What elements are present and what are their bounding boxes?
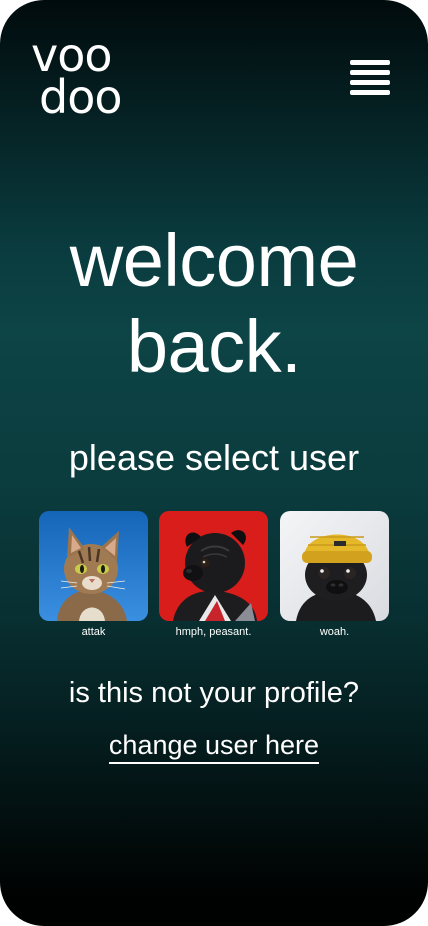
voodoo-logo[interactable]: voo doo bbox=[31, 32, 122, 124]
logo-line-2: doo bbox=[39, 70, 122, 124]
select-user-prompt: please select user bbox=[68, 437, 360, 478]
pug-yellow-beanie-avatar[interactable] bbox=[280, 511, 389, 621]
login-screen: voo doo welcome back. please select user bbox=[0, 0, 428, 926]
user-list: attak hmph, peasant. woah. bbox=[39, 511, 391, 641]
welcome-heading: welcome back. bbox=[0, 218, 428, 390]
tabby-cat-avatar[interactable] bbox=[39, 511, 148, 621]
user-name: hmph, peasant. bbox=[175, 626, 252, 638]
user-name: woah. bbox=[319, 626, 350, 638]
user-card-attak[interactable]: attak bbox=[39, 511, 148, 639]
welcome-heading-line-2: back. bbox=[126, 305, 302, 388]
welcome-heading-line-1: welcome bbox=[69, 219, 359, 302]
menu-bar bbox=[350, 80, 390, 85]
pug-red-background-avatar[interactable] bbox=[159, 511, 268, 621]
not-your-profile-text: is this not your profile? bbox=[68, 677, 360, 709]
user-card-hmph-peasant[interactable]: hmph, peasant. bbox=[159, 511, 268, 639]
change-user-link[interactable]: change user here bbox=[108, 730, 320, 764]
menu-bar bbox=[350, 60, 390, 65]
user-card-woah[interactable]: woah. bbox=[280, 511, 389, 639]
user-name: attak bbox=[81, 626, 106, 638]
menu-bar bbox=[350, 70, 390, 75]
change-user-link-container: change user here bbox=[0, 728, 428, 764]
menu-bar bbox=[350, 90, 390, 95]
hamburger-menu-icon[interactable] bbox=[348, 58, 390, 100]
